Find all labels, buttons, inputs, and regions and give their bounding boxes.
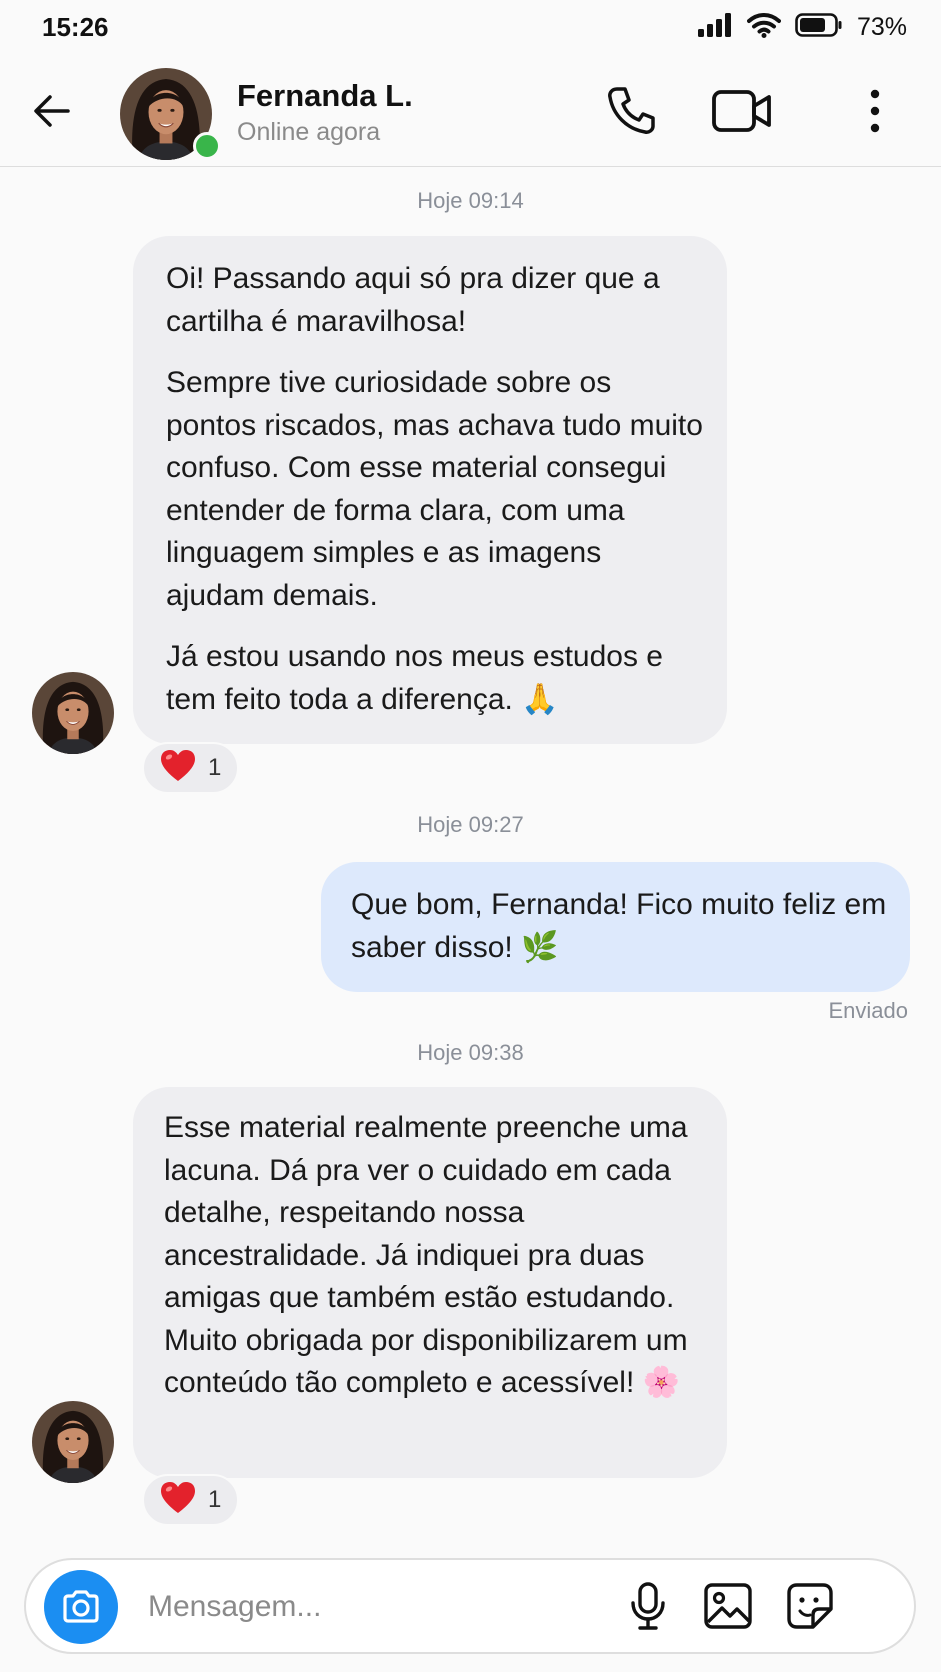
contact-name[interactable]: Fernanda L.: [237, 78, 413, 114]
message-bubble-incoming[interactable]: Oi! Passando aqui só pra dizer que a car…: [133, 236, 727, 744]
more-vertical-icon: [870, 89, 880, 133]
video-camera-icon: [712, 90, 771, 132]
gallery-button[interactable]: [696, 1574, 760, 1638]
phone-icon: [608, 87, 655, 134]
back-button[interactable]: [28, 86, 78, 136]
camera-button[interactable]: [44, 1570, 118, 1644]
message-text: Já estou usando nos meus estudos e tem f…: [166, 640, 663, 716]
microphone-icon: [631, 1582, 665, 1630]
voice-call-button[interactable]: [600, 80, 662, 142]
sender-avatar[interactable]: [32, 672, 114, 754]
reaction-count: 1: [208, 754, 222, 781]
video-call-button[interactable]: [706, 80, 778, 142]
message-text: Oi! Passando aqui só pra dizer que a car…: [166, 262, 660, 338]
status-indicators: 73%: [697, 12, 907, 43]
message-text: Esse material realmente preenche uma lac…: [164, 1111, 688, 1399]
chat-header: Fernanda L. Online agora: [0, 56, 941, 167]
wifi-icon: [746, 12, 781, 43]
message-bubble-incoming[interactable]: Esse material realmente preenche uma lac…: [133, 1087, 727, 1478]
message-text: Sempre tive curiosidade sobre os pontos …: [166, 366, 703, 612]
timestamp-separator: Hoje 09:14: [417, 188, 524, 213]
online-indicator: [193, 132, 221, 160]
message-bubble-outgoing[interactable]: Que bom, Fernanda! Fico muito feliz em s…: [321, 862, 910, 992]
signal-icon: [697, 13, 733, 42]
heart-emoji: [160, 749, 196, 788]
message-composer: [24, 1558, 916, 1654]
battery-icon: [795, 12, 843, 43]
timestamp-separator: Hoje 09:38: [417, 1040, 524, 1065]
image-icon: [704, 1583, 752, 1629]
more-options-button[interactable]: [858, 80, 892, 142]
message-input[interactable]: [146, 1574, 630, 1640]
reaction-badge[interactable]: 1: [142, 742, 239, 794]
heart-emoji: [160, 1481, 196, 1520]
camera-icon: [63, 1590, 99, 1623]
sender-avatar[interactable]: [32, 1401, 114, 1483]
delivery-status: Enviado: [828, 998, 908, 1023]
battery-percentage: 73%: [856, 13, 907, 41]
timestamp-separator: Hoje 09:27: [417, 812, 524, 837]
reaction-badge[interactable]: 1: [142, 1474, 239, 1526]
sticker-button[interactable]: [778, 1574, 842, 1638]
reaction-count: 1: [208, 1486, 222, 1513]
sticker-icon: [787, 1583, 833, 1629]
arrow-left-icon: [34, 95, 70, 127]
voice-message-button[interactable]: [616, 1574, 680, 1638]
message-text: Que bom, Fernanda! Fico muito feliz em s…: [351, 888, 887, 964]
status-bar: 15:26 73%: [0, 0, 941, 56]
contact-status: Online agora: [237, 118, 381, 146]
status-time: 15:26: [42, 12, 109, 42]
